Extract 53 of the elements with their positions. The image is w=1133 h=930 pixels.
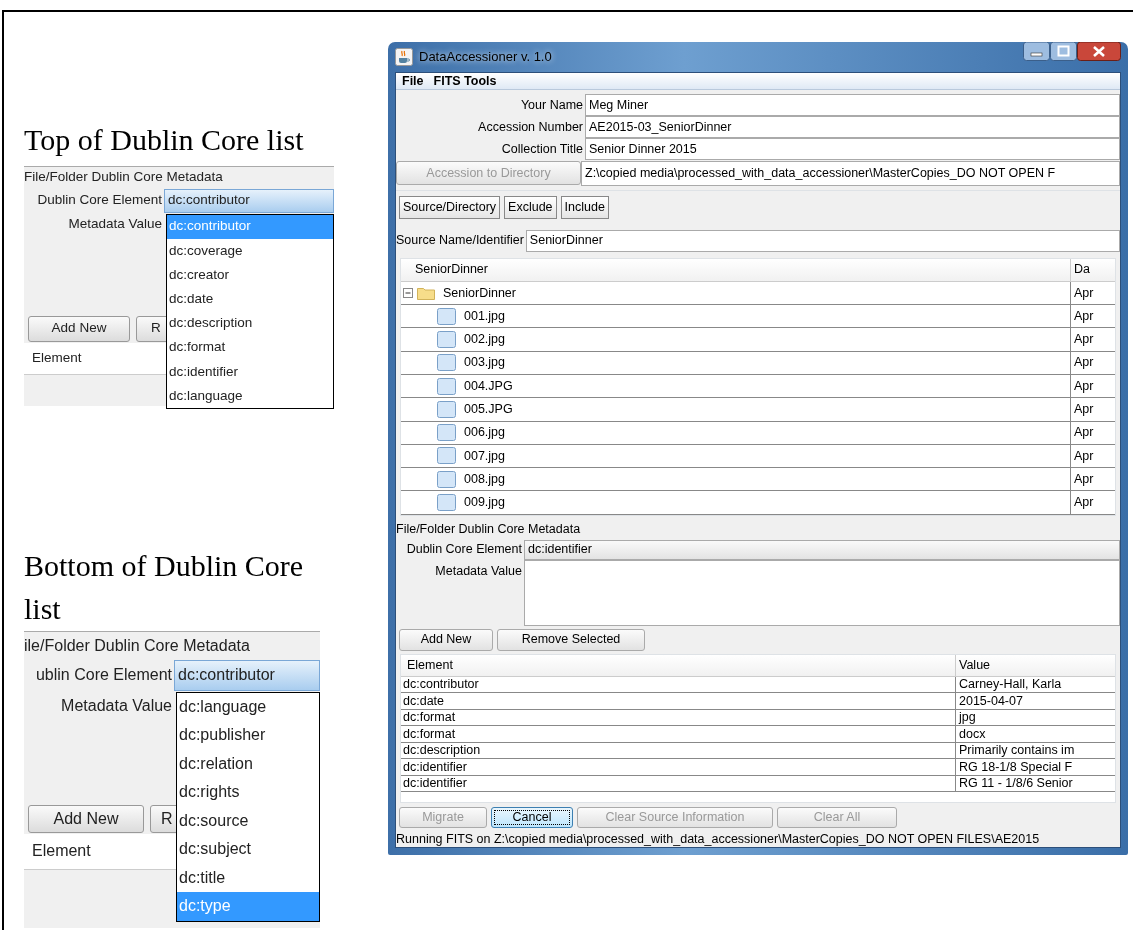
table-cell-text: Apr [1074, 284, 1094, 302]
caption: Top of Dublin Core list [24, 122, 305, 158]
file-name: 003.jpg [464, 354, 505, 372]
file-name: 007.jpg [464, 447, 505, 465]
table-cell: RG 11 - 1/8/6 Senior [959, 775, 1073, 792]
file-name: 001.jpg [464, 307, 505, 325]
table-cell-text: Apr [1074, 401, 1094, 418]
table-cell: jpg [959, 709, 976, 726]
file-name: 009.jpg [464, 494, 505, 512]
table-cell: RG 18-1/8 Special F [959, 759, 1073, 775]
column-header: Element [32, 841, 91, 861]
table-cell: Primarily contains im [959, 742, 1075, 759]
file-name: 002.jpg [464, 331, 505, 349]
table-cell: 2015-04-07 [959, 693, 1023, 709]
field-label: Collection Title [500, 140, 584, 158]
table-cell-text: Apr [1074, 424, 1094, 442]
table-cell-text: dc:identifier [403, 775, 467, 793]
table-cell-text: dc:contributor [403, 676, 479, 694]
section-title: ile/Folder Dublin Core Metadata [24, 635, 250, 656]
table-cell-text: Apr [1074, 331, 1094, 349]
table-cell-text: Apr [1074, 494, 1094, 512]
field-label: ublin Core Element [34, 665, 173, 685]
table-cell-text: dc:date [403, 692, 444, 710]
status-text: Running FITS on Z:\copied media\processed_with_data_accessioner\MasterCopies_DO NOT OPEN FILES\AE2015 [396, 831, 1040, 848]
table-cell-text: Apr [1074, 307, 1094, 325]
field-label: Accession Number [477, 118, 584, 136]
table-cell-text: Apr [1074, 354, 1094, 372]
file-name: SeniorDinner [443, 284, 516, 302]
field-label: Your Name [519, 96, 584, 114]
table-cell: docx [959, 726, 986, 742]
file-name: 004.JPG [464, 377, 513, 395]
field-label: Dublin Core Element [36, 191, 163, 210]
table-cell: Carney-Hall, Karla [959, 676, 1062, 693]
section-title: File/Folder Dublin Core Metadata [24, 168, 223, 187]
window-title: DataAccessioner v. 1.0 [419, 48, 553, 67]
column-header: Element [32, 348, 82, 367]
file-name: 006.jpg [464, 424, 505, 442]
table-cell-text: dc:identifier [403, 758, 467, 776]
section-title: File/Folder Dublin Core Metadata [396, 520, 581, 538]
file-name: 008.jpg [464, 470, 505, 488]
field-label: Metadata Value [434, 562, 523, 580]
table-cell-text: Apr [1074, 447, 1094, 465]
table-cell-text: Apr [1074, 377, 1094, 395]
table-cell-text: Apr [1074, 470, 1094, 488]
file-name: 005.JPG [464, 401, 513, 418]
field-label: Source Name/Identifier [396, 232, 525, 250]
field-label: Metadata Value [60, 696, 173, 716]
field-label: Dublin Core Element [405, 541, 523, 559]
table-cell-text: dc:format [403, 709, 456, 727]
table-cell-text: dc:format [403, 725, 456, 743]
table-cell-text: dc:description [403, 742, 481, 760]
caption: Bottom of Dublin Core list [24, 547, 305, 627]
field-label: Metadata Value [67, 215, 163, 234]
